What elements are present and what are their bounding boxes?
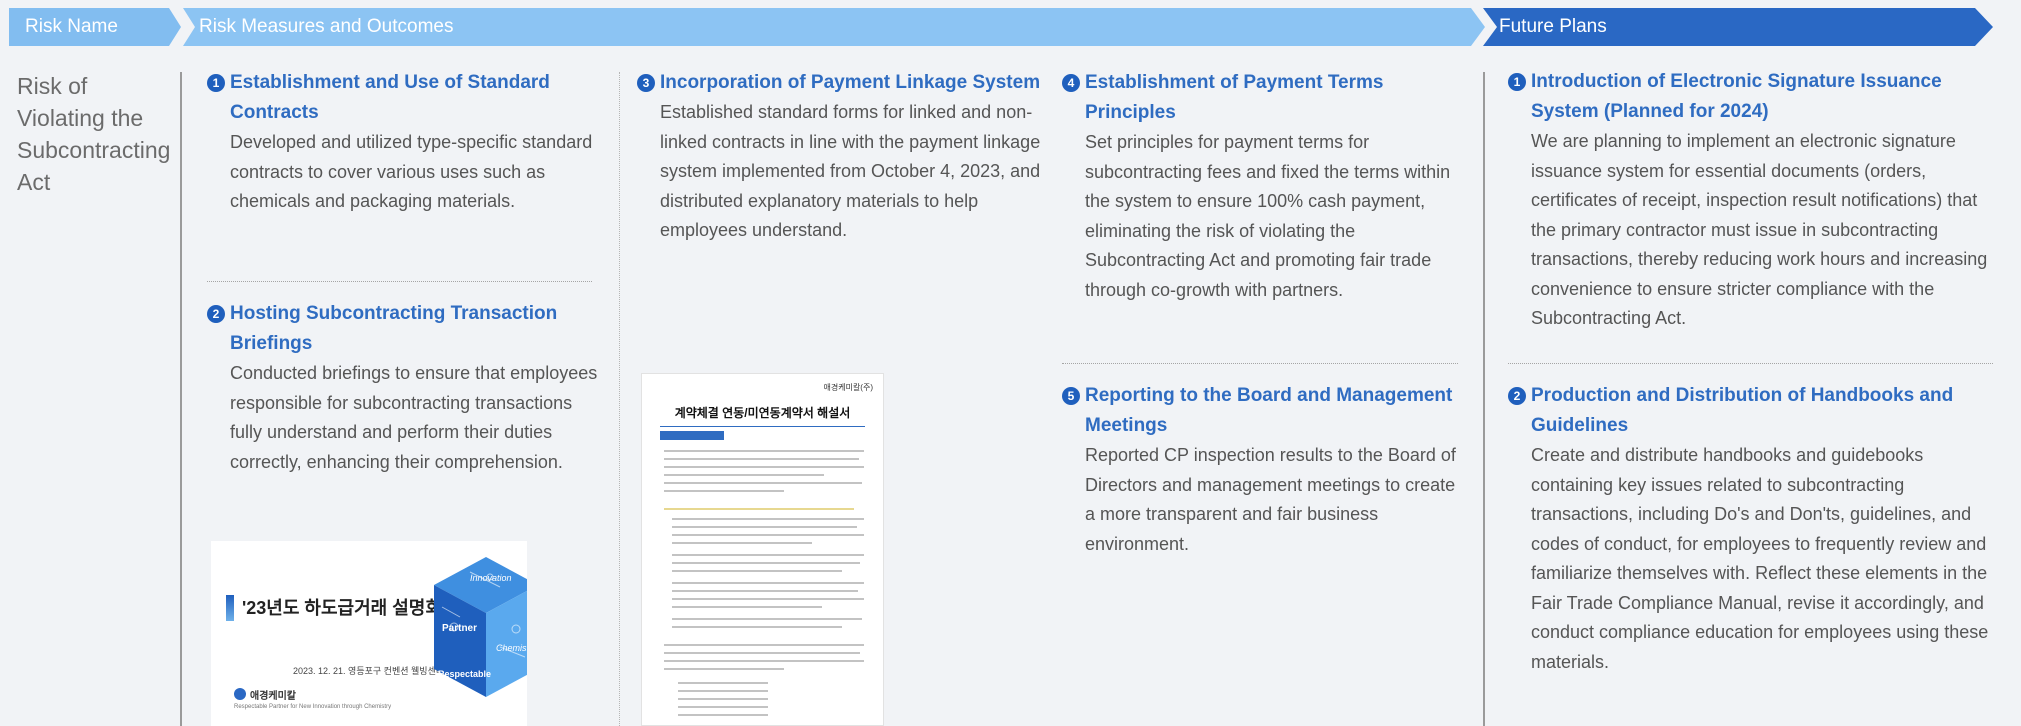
measure-title-text: Establishment of Payment Terms Principle… — [1085, 72, 1384, 123]
document-title: 계약체결 연동/미연동계약서 해설서 — [674, 406, 851, 420]
measure-title-text: Establishment and Use of Standard Contra… — [230, 72, 550, 123]
measure-title: 1 Establishment and Use of Standard Cont… — [207, 68, 602, 128]
measure-item-4: 4 Establishment of Payment Terms Princip… — [1062, 68, 1457, 305]
company-slogan: Respectable Partner for New Innovation t… — [234, 704, 392, 710]
title-accent-bar — [226, 595, 234, 621]
measure-title: 5 Reporting to the Board and Management … — [1062, 381, 1457, 441]
cube-word: Respectable — [438, 669, 491, 679]
header-future-plans: Future Plans — [1483, 8, 1993, 46]
measure-title: 4 Establishment of Payment Terms Princip… — [1062, 68, 1457, 128]
number-badge: 1 — [207, 74, 225, 92]
row-divider — [1508, 363, 1993, 364]
future-plan-item-2: 2 Production and Distribution of Handboo… — [1508, 381, 1998, 677]
measure-item-1: 1 Establishment and Use of Standard Cont… — [207, 68, 602, 217]
number-badge: 2 — [207, 305, 225, 323]
plan-title: 2 Production and Distribution of Handboo… — [1508, 381, 1998, 441]
measure-title-text: Reporting to the Board and Management Me… — [1085, 385, 1453, 436]
cube-word: Innovation — [470, 573, 512, 583]
plan-title: 1 Introduction of Electronic Signature I… — [1508, 67, 1998, 127]
column-divider — [180, 72, 182, 726]
risk-name: Risk of Violating the Subcontracting Act — [17, 73, 171, 195]
measure-description: Set principles for payment terms for sub… — [1085, 132, 1451, 300]
column-divider-dotted — [619, 72, 620, 726]
number-badge: 4 — [1062, 74, 1080, 92]
measure-title: 2 Hosting Subcontracting Transaction Bri… — [207, 299, 602, 359]
header-risk-name: Risk Name — [9, 8, 181, 46]
document-logo: 애경케미칼(주) — [823, 383, 874, 392]
number-badge: 1 — [1508, 73, 1526, 91]
measure-item-3: 3 Incorporation of Payment Linkage Syste… — [637, 68, 1047, 246]
cube-graphic: Innovation Partner Chemistry Respectable — [434, 557, 527, 697]
company-name: 애경케미칼 — [250, 691, 296, 702]
measure-description: Conducted briefings to ensure that emplo… — [230, 363, 598, 472]
row-divider — [1062, 363, 1458, 364]
cube-word: Chemistry — [496, 643, 527, 653]
future-plan-item-1: 1 Introduction of Electronic Signature I… — [1508, 67, 1998, 334]
measure-item-5: 5 Reporting to the Board and Management … — [1062, 381, 1457, 559]
measure-description: Reported CP inspection results to the Bo… — [1085, 445, 1456, 554]
row-divider — [207, 281, 592, 282]
measure-title-text: Incorporation of Payment Linkage System — [660, 72, 1041, 93]
number-badge: 3 — [637, 74, 655, 92]
column-divider — [1483, 72, 1485, 726]
slide-title: '23년도 하도급거래 설명회 — [242, 598, 442, 618]
plan-description: Create and distribute handbooks and guid… — [1531, 445, 1989, 672]
measure-description: Established standard forms for linked an… — [660, 102, 1041, 240]
briefing-slide-image: '23년도 하도급거래 설명회 2023. 12. 21. 영등포구 컨벤션 웰… — [211, 541, 527, 726]
measure-item-2: 2 Hosting Subcontracting Transaction Bri… — [207, 299, 602, 477]
number-badge: 5 — [1062, 387, 1080, 405]
slide-date: 2023. 12. 21. 영등포구 컨벤션 웰빙센터 — [293, 666, 445, 676]
measure-title-text: Hosting Subcontracting Transaction Brief… — [230, 303, 558, 354]
measure-description: Developed and utilized type-specific sta… — [230, 132, 593, 211]
number-badge: 2 — [1508, 387, 1526, 405]
plan-title-text: Introduction of Electronic Signature Iss… — [1531, 71, 1942, 122]
contract-document-image: 애경케미칼(주) 계약체결 연동/미연동계약서 해설서 — [641, 373, 884, 726]
plan-title-text: Production and Distribution of Handbooks… — [1531, 385, 1954, 436]
measure-title: 3 Incorporation of Payment Linkage Syste… — [637, 68, 1047, 98]
header-risk-measures: Risk Measures and Outcomes — [183, 8, 1485, 46]
cube-word: Partner — [442, 623, 477, 634]
document-section-header — [660, 431, 724, 440]
plan-description: We are planning to implement an electron… — [1531, 131, 1988, 328]
